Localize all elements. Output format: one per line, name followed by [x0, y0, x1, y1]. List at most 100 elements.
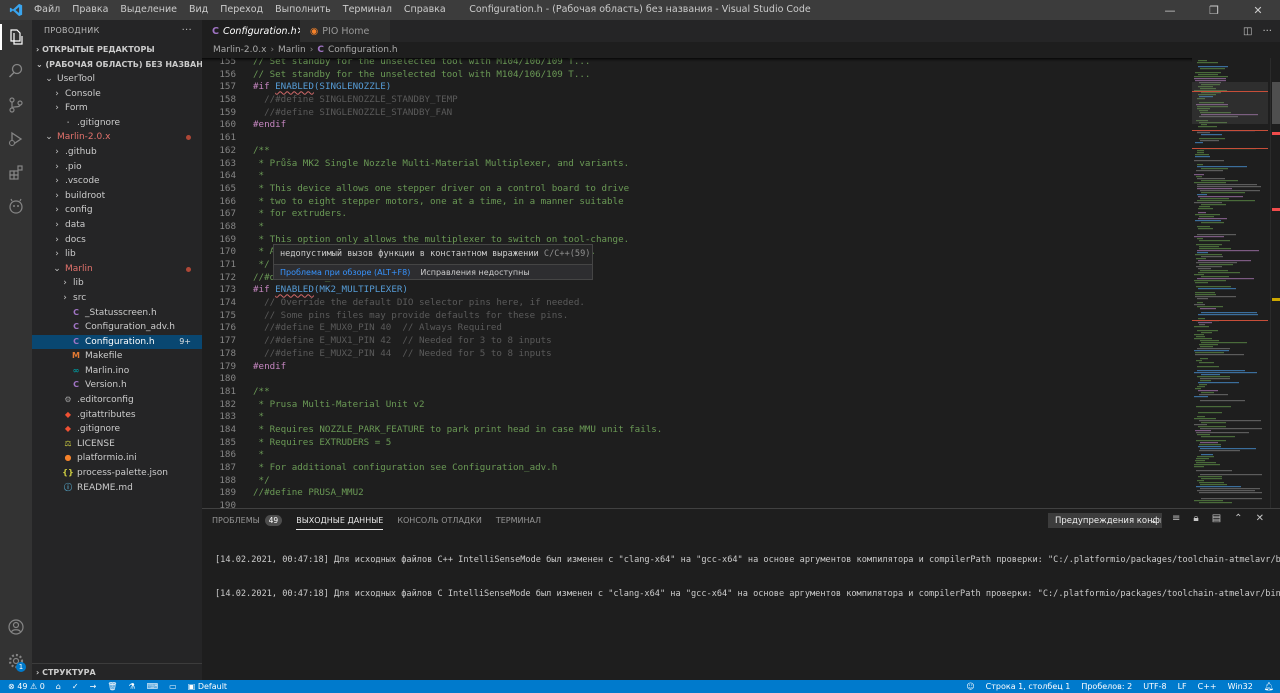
code-editor[interactable]: 155// Set standby for the unselected too…	[202, 58, 1192, 508]
restore-icon[interactable]: ❐	[1192, 0, 1236, 20]
macro-with-error[interactable]: ENABLED	[275, 284, 314, 295]
tree-item[interactable]: ⋅ .gitignore	[32, 116, 202, 131]
explorer-icon[interactable]	[0, 20, 32, 54]
tree-item[interactable]: › src	[32, 291, 202, 306]
menu-view[interactable]: Вид	[183, 0, 214, 20]
menu-run[interactable]: Выполнить	[269, 0, 337, 20]
breadcrumb-item[interactable]: Marlin-2.0.x	[213, 45, 266, 55]
minimap-line	[1194, 500, 1223, 502]
workspace-section[interactable]: ⌄ (РАБОЧАЯ ОБЛАСТЬ) БЕЗ НАЗВАНИЯ	[32, 57, 202, 72]
tree-item[interactable]: C Version.h	[32, 378, 202, 393]
tab-output[interactable]: ВЫХОДНЫЕ ДАННЫЕ	[296, 516, 384, 530]
tree-item[interactable]: ∞ Marlin.ino	[32, 364, 202, 379]
tree-item[interactable]: › lib	[32, 276, 202, 291]
tab-debug-console[interactable]: КОНСОЛЬ ОТЛАДКИ	[397, 516, 482, 529]
search-icon[interactable]	[0, 54, 32, 88]
language-mode[interactable]: C++	[1198, 682, 1217, 691]
minimap[interactable]	[1192, 58, 1268, 508]
pio-test-icon[interactable]: ⚗	[128, 682, 135, 691]
tree-item[interactable]: M Makefile	[32, 349, 202, 364]
tree-item[interactable]: ● platformio.ini	[32, 451, 202, 466]
settings-gear-icon[interactable]: 1	[0, 644, 32, 678]
outline-section[interactable]: › СТРУКТУРА	[32, 663, 202, 680]
run-debug-icon[interactable]	[0, 122, 32, 156]
breadcrumb-item[interactable]: Marlin	[278, 45, 306, 55]
tree-item[interactable]: C Configuration.h 9+	[32, 334, 202, 350]
tree-item[interactable]: ⚖ LICENSE	[32, 437, 202, 452]
account-icon[interactable]	[0, 610, 32, 644]
tree-item[interactable]: C Configuration_adv.h	[32, 320, 202, 335]
tree-item[interactable]: ⌄ Marlin-2.0.x	[32, 130, 202, 145]
menu-selection[interactable]: Выделение	[114, 0, 183, 20]
tree-item[interactable]: ◆ .gitignore	[32, 422, 202, 437]
tree-item[interactable]: › .vscode	[32, 174, 202, 189]
minimap-line	[1196, 470, 1232, 472]
tree-item[interactable]: › data	[32, 218, 202, 233]
pio-terminal-icon[interactable]: ▭	[169, 682, 177, 691]
source-control-icon[interactable]	[0, 88, 32, 122]
pio-build-icon[interactable]: ✓	[72, 682, 79, 691]
tree-item[interactable]: ⓘ README.md	[32, 481, 202, 496]
problems-status[interactable]: ⊗ 49 ⚠ 0	[8, 682, 45, 691]
pio-serial-monitor-icon[interactable]: ⌨	[147, 682, 159, 691]
minimap-line	[1201, 498, 1262, 500]
tree-item[interactable]: ⌄ Marlin	[32, 262, 202, 277]
tree-item[interactable]: › Form	[32, 101, 202, 116]
platform[interactable]: Win32	[1228, 682, 1253, 691]
line-ending[interactable]: LF	[1178, 682, 1187, 691]
close-icon[interactable]: ✕	[1236, 0, 1280, 20]
clear-output-icon[interactable]: ▤	[1212, 513, 1221, 524]
lock-icon[interactable]: 🔒︎	[1193, 513, 1198, 524]
tree-item[interactable]: › .github	[32, 145, 202, 160]
menu-terminal[interactable]: Терминал	[337, 0, 398, 20]
tree-item[interactable]: › .pio	[32, 160, 202, 175]
cursor-position[interactable]: Строка 1, столбец 1	[986, 682, 1071, 691]
scrollbar-thumb[interactable]	[1272, 82, 1280, 124]
pio-upload-icon[interactable]: →	[90, 682, 97, 691]
tree-item[interactable]: › docs	[32, 233, 202, 248]
platformio-icon[interactable]	[0, 190, 32, 224]
vertical-scrollbar[interactable]	[1270, 58, 1280, 508]
menu-edit[interactable]: Правка	[66, 0, 114, 20]
pio-clean-icon[interactable]: 🗑︎	[107, 682, 117, 691]
more-actions-icon[interactable]: ···	[1262, 26, 1272, 37]
menu-go[interactable]: Переход	[214, 0, 269, 20]
filter-lines-icon[interactable]: ≡	[1172, 513, 1180, 524]
encoding[interactable]: UTF-8	[1143, 682, 1166, 691]
output-log[interactable]: [14.02.2021, 00:47:18] Для исходных файл…	[215, 533, 1280, 621]
close-panel-icon[interactable]: ✕	[1256, 513, 1264, 524]
pio-env-status[interactable]: ▣ Default	[188, 682, 227, 691]
tree-item[interactable]: C _Statusscreen.h	[32, 306, 202, 321]
macro-with-error[interactable]: ENABLED	[275, 81, 314, 92]
tree-item[interactable]: ◆ .gitattributes	[32, 408, 202, 423]
tab-pio-home[interactable]: ◉ PIO Home	[300, 20, 390, 42]
indentation[interactable]: Пробелов: 2	[1081, 682, 1132, 691]
tab-terminal[interactable]: ТЕРМИНАЛ	[496, 516, 541, 529]
breadcrumb-item[interactable]: Configuration.h	[328, 45, 398, 55]
tree-item[interactable]: {} process-palette.json	[32, 466, 202, 481]
tree-item[interactable]: › config	[32, 203, 202, 218]
tab-configuration-h[interactable]: C Configuration.h ✕	[202, 20, 305, 42]
menu-file[interactable]: Файл	[28, 0, 66, 20]
minimap-line	[1196, 486, 1241, 488]
tree-item[interactable]: › buildroot	[32, 189, 202, 204]
feedback-icon[interactable]: ☺	[966, 682, 974, 691]
notifications-bell-icon[interactable]: 🔔︎	[1264, 682, 1274, 691]
pio-home-status-icon[interactable]: ⌂	[56, 682, 61, 691]
output-channel-select[interactable]: Предупреждения конфигурации ⌄	[1048, 513, 1162, 528]
tree-item[interactable]: › lib	[32, 247, 202, 262]
menu-help[interactable]: Справка	[398, 0, 452, 20]
maximize-panel-icon[interactable]: ⌃	[1234, 513, 1242, 524]
tab-problems[interactable]: ПРОБЛЕМЫ 49	[212, 515, 283, 530]
tree-item-label: buildroot	[65, 190, 106, 201]
minimize-icon[interactable]: —	[1148, 0, 1192, 20]
split-editor-icon[interactable]: ◫	[1243, 26, 1252, 37]
tree-item[interactable]: ⌄ UserTool	[32, 72, 202, 87]
tree-item[interactable]: › Console	[32, 87, 202, 102]
extensions-icon[interactable]	[0, 156, 32, 190]
minimap-viewport[interactable]	[1192, 82, 1268, 124]
tree-item[interactable]: ⚙ .editorconfig	[32, 393, 202, 408]
open-editors-section[interactable]: › ОТКРЫТЫЕ РЕДАКТОРЫ	[32, 42, 202, 57]
peek-problem-link[interactable]: Проблема при обзоре (ALT+F8)	[280, 268, 410, 277]
more-actions-icon[interactable]: ···	[182, 20, 192, 42]
